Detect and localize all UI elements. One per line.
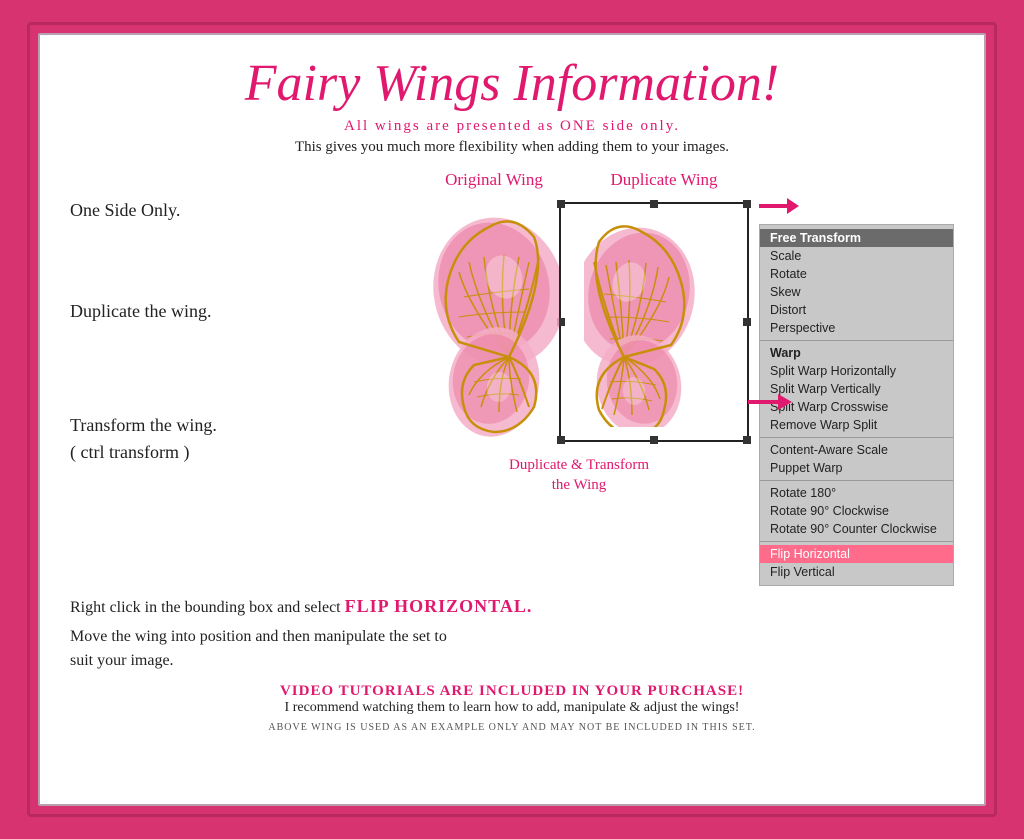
menu-item-perspective[interactable]: Perspective (760, 319, 953, 337)
page-title: Fairy Wings Information! (70, 55, 954, 112)
dup-transform-label: Duplicate & Transformthe Wing (509, 456, 649, 495)
menu-item-rotate-90ccw[interactable]: Rotate 90° Counter Clockwise (760, 520, 953, 538)
subtitle-flexibility: This gives you much more flexibility whe… (70, 139, 954, 156)
menu-item-flip-h[interactable]: Flip Horizontal (760, 545, 953, 563)
move-instruction: Move the wing into position and then man… (70, 625, 954, 673)
label-original-wing: Original Wing (409, 170, 579, 190)
arrow-head (778, 394, 792, 410)
menu-item-skew[interactable]: Skew (760, 283, 953, 301)
menu-item-rotate-90cw[interactable]: Rotate 90° Clockwise (760, 502, 953, 520)
bottom-section: Right click in the bounding box and sele… (70, 596, 954, 733)
left-labels: One Side Only. Duplicate the wing. Trans… (70, 170, 399, 586)
menu-item-split-h[interactable]: Split Warp Horizontally (760, 362, 953, 380)
arrow-line (759, 204, 787, 208)
menu-item-rotate-180[interactable]: Rotate 180° (760, 484, 953, 502)
inner-card: Fairy Wings Information! All wings are p… (38, 33, 986, 806)
corner-br (743, 436, 751, 444)
footer-note: ABOVE WING IS USED AS AN EXAMPLE ONLY AN… (70, 722, 954, 733)
menu-item-flip-v[interactable]: Flip Vertical (760, 563, 953, 581)
menu-item-puppet-warp[interactable]: Puppet Warp (760, 459, 953, 477)
arrow-to-right (748, 394, 792, 410)
subtitle-one-side: All wings are presented as ONE side only… (70, 118, 954, 135)
video-subtitle: I recommend watching them to learn how t… (70, 700, 954, 716)
outer-border: Fairy Wings Information! All wings are p… (27, 22, 997, 817)
divider-1 (760, 340, 953, 341)
corner-tr (743, 200, 751, 208)
label-transform: Transform the wing.( ctrl transform ) (70, 412, 389, 466)
corner-bm (650, 436, 658, 444)
arrow-row (759, 198, 954, 214)
arrow-point (787, 198, 799, 214)
label-duplicate: Duplicate the wing. (70, 301, 389, 322)
menu-item-warp[interactable]: Warp (760, 344, 953, 362)
wing-left-svg (409, 207, 559, 437)
wing-right-svg (584, 217, 724, 427)
label-one-side: One Side Only. (70, 200, 389, 221)
divider-4 (760, 541, 953, 542)
menu-item-content-aware[interactable]: Content-Aware Scale (760, 441, 953, 459)
right-menu: Free Transform Scale Rotate Skew Distort… (759, 170, 954, 586)
center-section: Original Wing Duplicate Wing (399, 170, 759, 586)
menu-item-rotate[interactable]: Rotate (760, 265, 953, 283)
label-duplicate-wing: Duplicate Wing (579, 170, 749, 190)
main-content: One Side Only. Duplicate the wing. Trans… (70, 170, 954, 586)
divider-3 (760, 480, 953, 481)
divider-2 (760, 437, 953, 438)
video-section: VIDEO TUTORIALS ARE INCLUDED IN YOUR PUR… (70, 683, 954, 716)
corner-mr (743, 318, 751, 326)
menu-item-free-transform[interactable]: Free Transform (760, 229, 953, 247)
flip-instruction: Right click in the bounding box and sele… (70, 596, 954, 617)
video-title: VIDEO TUTORIALS ARE INCLUDED IN YOUR PUR… (70, 683, 954, 700)
corner-tm (650, 200, 658, 208)
menu-item-distort[interactable]: Distort (760, 301, 953, 319)
bounding-box (559, 202, 749, 442)
menu-item-remove-warp[interactable]: Remove Warp Split (760, 416, 953, 434)
flip-highlight: FLIP HORIZONTAL. (345, 596, 533, 616)
wings-area (409, 192, 749, 452)
wing-labels: Original Wing Duplicate Wing (409, 170, 749, 190)
wing-left (409, 207, 559, 437)
wing-right (584, 217, 724, 427)
corner-bl (557, 436, 565, 444)
menu-item-scale[interactable]: Scale (760, 247, 953, 265)
arrow-body (748, 400, 778, 404)
